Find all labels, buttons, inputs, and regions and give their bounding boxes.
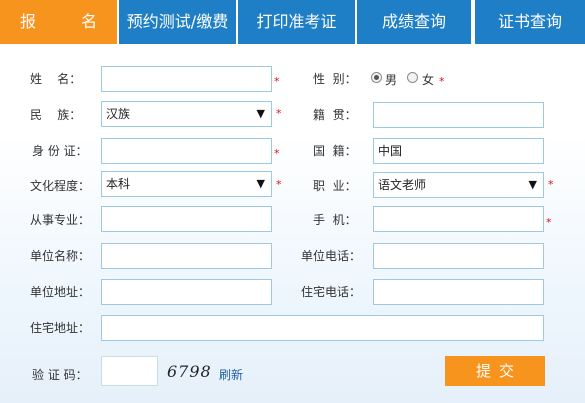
mobile-label: 手 机： <box>313 213 357 227</box>
education-value: 本科 <box>106 177 131 191</box>
captcha-input[interactable] <box>101 356 158 386</box>
nationality-label: 国 籍： <box>313 144 357 158</box>
nationality-input[interactable]: 中国 <box>373 138 544 164</box>
required-mark: * <box>274 75 280 88</box>
captcha-image: 6798 <box>167 362 212 381</box>
captcha-label: 验 证 码： <box>32 368 88 382</box>
chevron-down-icon: ▼ <box>256 177 265 190</box>
ethnicity-select[interactable]: 汉族 ▼ <box>101 101 272 127</box>
education-select[interactable]: 本科 ▼ <box>101 171 272 197</box>
required-mark: * <box>546 216 552 229</box>
work-address-input[interactable] <box>101 279 272 305</box>
id-card-label: 身 份 证： <box>32 144 88 158</box>
tab-register[interactable]: 报 名 <box>0 0 117 44</box>
gender-male-label: 男 <box>385 73 398 87</box>
home-address-input[interactable] <box>101 315 544 341</box>
chevron-down-icon: ▼ <box>256 107 265 120</box>
work-phone-input[interactable] <box>373 243 544 269</box>
required-mark: * <box>548 178 554 191</box>
submit-button[interactable]: 提交 <box>445 356 545 386</box>
gender-female-radio[interactable] <box>407 72 418 83</box>
chevron-down-icon: ▼ <box>528 178 537 191</box>
ethnicity-label: 民 族： <box>30 108 82 122</box>
work-unit-input[interactable] <box>101 243 272 269</box>
occupation-value: 语文老师 <box>378 178 427 192</box>
name-input[interactable] <box>101 66 272 92</box>
registration-form: 姓 名： * 性 别： 男 女 * 民 族： 汉族 ▼ * 籍 贯： 身 份 证… <box>0 44 585 403</box>
nav-tabs: 报 名 预约测试/缴费 打印准考证 成绩查询 证书查询 <box>0 0 585 44</box>
required-mark: * <box>274 147 280 160</box>
occupation-label: 职 业： <box>313 179 357 193</box>
tab-certificate-query[interactable]: 证书查询 <box>475 0 585 44</box>
home-phone-input[interactable] <box>373 279 544 305</box>
home-phone-label: 住宅电话： <box>301 285 362 299</box>
native-place-label: 籍 贯： <box>313 108 357 122</box>
gender-male-radio[interactable] <box>371 72 382 83</box>
tab-appointment-payment[interactable]: 预约测试/缴费 <box>119 0 236 44</box>
ethnicity-value: 汉族 <box>106 107 131 121</box>
home-address-label: 住宅地址： <box>30 321 91 335</box>
major-input[interactable] <box>101 206 272 232</box>
occupation-select[interactable]: 语文老师 ▼ <box>373 172 544 198</box>
tab-score-query[interactable]: 成绩查询 <box>357 0 471 44</box>
gender-label: 性 别： <box>313 72 357 86</box>
required-mark: * <box>276 178 282 191</box>
id-card-input[interactable] <box>101 138 272 164</box>
work-address-label: 单位地址： <box>30 285 91 299</box>
mobile-input[interactable] <box>373 206 544 232</box>
work-phone-label: 单位电话： <box>301 249 362 263</box>
gender-female-label: 女 <box>422 73 435 87</box>
native-place-input[interactable] <box>373 102 544 128</box>
name-label: 姓 名： <box>30 72 82 86</box>
education-label: 文化程度： <box>30 179 91 193</box>
required-mark: * <box>276 107 282 120</box>
major-label: 从事专业： <box>30 213 91 227</box>
refresh-captcha-link[interactable]: 刷新 <box>219 366 243 383</box>
required-mark: * <box>439 75 445 88</box>
work-unit-label: 单位名称： <box>30 249 91 263</box>
tab-print-admission[interactable]: 打印准考证 <box>238 0 355 44</box>
